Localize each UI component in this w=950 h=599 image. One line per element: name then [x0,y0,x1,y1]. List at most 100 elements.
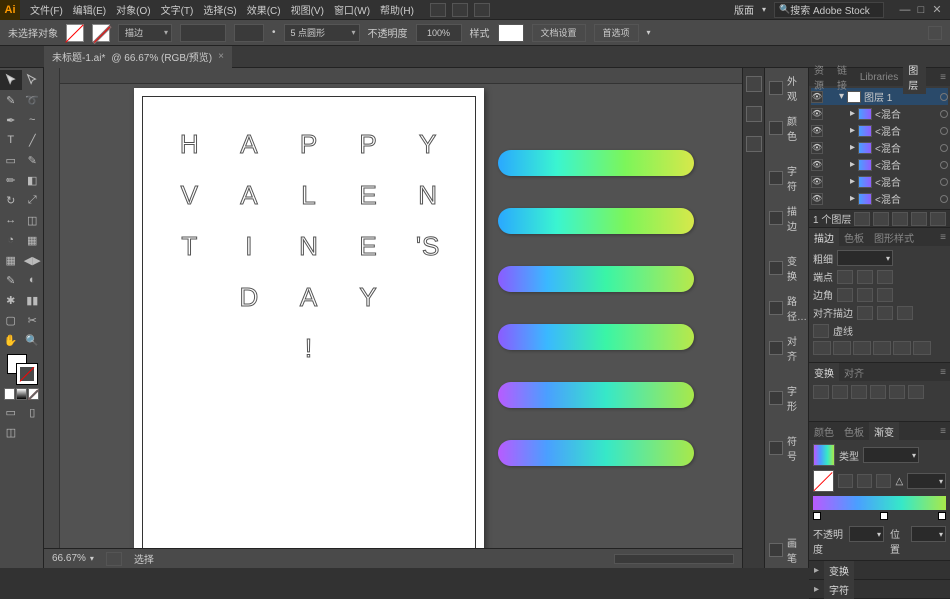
layer-row-1[interactable]: 👁▸<混合 [811,105,948,122]
shaper-tool[interactable]: ✏ [0,170,22,190]
weight-input[interactable] [837,250,893,266]
arrange-docs-icon[interactable] [430,3,446,17]
locate-object-icon[interactable] [854,212,870,226]
dock-icon-1[interactable] [746,76,762,92]
scrollbar-h[interactable] [614,554,734,564]
mesh-tool[interactable]: ▦ [0,250,22,270]
tab-swatches[interactable]: 色板 [839,228,869,247]
layer-row-4[interactable]: 👁▸<混合 [811,156,948,173]
new-sublayer-icon[interactable] [892,212,908,226]
paintbrush-tool[interactable]: ✎ [22,150,44,170]
pc-pathfinder[interactable]: 路径… [765,290,808,326]
cap-butt[interactable] [837,270,853,284]
pc-symbol[interactable]: 符号 [765,430,808,466]
stroke-swatch[interactable] [92,24,110,42]
width-tool[interactable]: ↔ [0,210,22,230]
join-miter[interactable] [837,288,853,302]
cap-round[interactable] [857,270,873,284]
dock-icon-2[interactable] [746,106,762,122]
collapsed-character[interactable]: ▸ 字符 [809,580,950,599]
zoom-tool[interactable]: 🔍 [22,330,44,350]
fill-stroke-swatches[interactable] [0,350,44,386]
gradient-type-dd[interactable] [863,447,919,463]
join-bevel[interactable] [877,288,893,302]
layer-row-3[interactable]: 👁▸<混合 [811,139,948,156]
curvature-tool[interactable]: ~ [22,110,44,130]
column-graph-tool[interactable]: ▮▮ [22,290,44,310]
menu-file[interactable]: 文件(F) [26,0,67,19]
align-center[interactable] [857,306,873,320]
shape-builder-tool[interactable]: ◔ [0,230,22,250]
stroke-dropdown[interactable]: 描边 [118,24,172,42]
lasso-tool[interactable]: ➰ [22,90,44,110]
rectangle-tool[interactable]: ▭ [0,150,22,170]
eraser-tool[interactable]: ◧ [22,170,44,190]
pc-transform[interactable]: 变换 [765,250,808,286]
line-tool[interactable]: ╱ [22,130,44,150]
menu-window[interactable]: 窗口(W) [330,0,374,19]
gpu-icon[interactable] [452,3,468,17]
tab-assets[interactable]: 资源 [809,60,832,94]
align-inside[interactable] [877,306,893,320]
menu-effect[interactable]: 效果(C) [243,0,285,19]
menu-view[interactable]: 视图(V) [287,0,328,19]
opacity-input[interactable]: 100% [416,24,462,42]
pc-align[interactable]: 对齐 [765,330,808,366]
workspace-switcher[interactable]: 版面 [734,2,754,17]
layer-row-6[interactable]: 👁▸<混合 [811,190,948,207]
tab-graphic-styles[interactable]: 图形样式 [869,228,919,247]
search-input[interactable]: 🔍 搜索 Adobe Stock [774,2,884,18]
menu-type[interactable]: 文字(T) [157,0,198,19]
ruler-horizontal[interactable] [60,68,742,84]
tab-stroke[interactable]: 描边 [809,228,839,247]
new-layer-icon[interactable] [911,212,927,226]
pen-tool[interactable]: ✒ [0,110,22,130]
join-round[interactable] [857,288,873,302]
layer-row-2[interactable]: 👁▸<混合 [811,122,948,139]
gradient-tool[interactable]: ◀▶ [22,250,44,270]
tab-gradient[interactable]: 渐变 [869,422,899,441]
artboard-nav-icon[interactable] [106,552,122,566]
slice-tool[interactable]: ✂ [22,310,44,330]
tab-libraries[interactable]: Libraries [855,70,903,85]
free-transform-tool[interactable]: ◫ [22,210,44,230]
rotate-tool[interactable]: ↻ [0,190,22,210]
blend-tool[interactable]: ◐ [22,270,44,290]
fill-swatch[interactable] [66,24,84,42]
ruler-vertical[interactable] [44,68,60,568]
make-clip-icon[interactable] [873,212,889,226]
screen-mode-full[interactable]: ▯ [22,402,44,422]
change-screen-mode[interactable]: ◫ [0,422,22,442]
color-mode-row[interactable] [4,388,39,400]
pc-stroke[interactable]: 描边 [765,200,808,236]
cap-square[interactable] [877,270,893,284]
window-close[interactable]: ✕ [930,3,944,17]
dash-checkbox[interactable] [813,324,829,338]
pc-brushes[interactable]: 画笔 [765,532,808,568]
style-swatch[interactable] [498,24,524,42]
tab-layers[interactable]: 图层 [903,60,926,94]
gradient-stroke-swatch[interactable] [813,470,834,492]
canvas[interactable]: HAPPY VALEN TINE'S DAY ! 66.67%▾ 选择 [44,68,742,568]
panel-menu-icon[interactable]: ≡ [936,230,950,245]
scale-tool[interactable]: ⤢ [22,190,44,210]
align-outside[interactable] [897,306,913,320]
direct-selection-tool[interactable] [22,70,44,90]
gradient-slider[interactable] [813,496,946,510]
tab-swatch2[interactable]: 色板 [839,422,869,441]
pc-char[interactable]: 字符 [765,160,808,196]
menu-object[interactable]: 对象(O) [112,0,154,19]
eyedropper-tool[interactable]: ✎ [0,270,22,290]
vsp-icon[interactable] [234,24,264,42]
menu-help[interactable]: 帮助(H) [376,0,418,19]
pc-glyph[interactable]: 字形 [765,380,808,416]
selection-tool[interactable] [0,70,22,90]
gradient-stops[interactable] [813,512,946,522]
tab-transform[interactable]: 变换 [809,363,839,382]
dock-icon-3[interactable] [746,136,762,152]
magic-wand-tool[interactable]: ✎ [0,90,22,110]
close-tab-icon[interactable]: × [218,51,224,62]
menu-edit[interactable]: 编辑(E) [69,0,110,19]
align-to-icon[interactable] [928,26,942,40]
type-tool[interactable]: T [0,130,22,150]
